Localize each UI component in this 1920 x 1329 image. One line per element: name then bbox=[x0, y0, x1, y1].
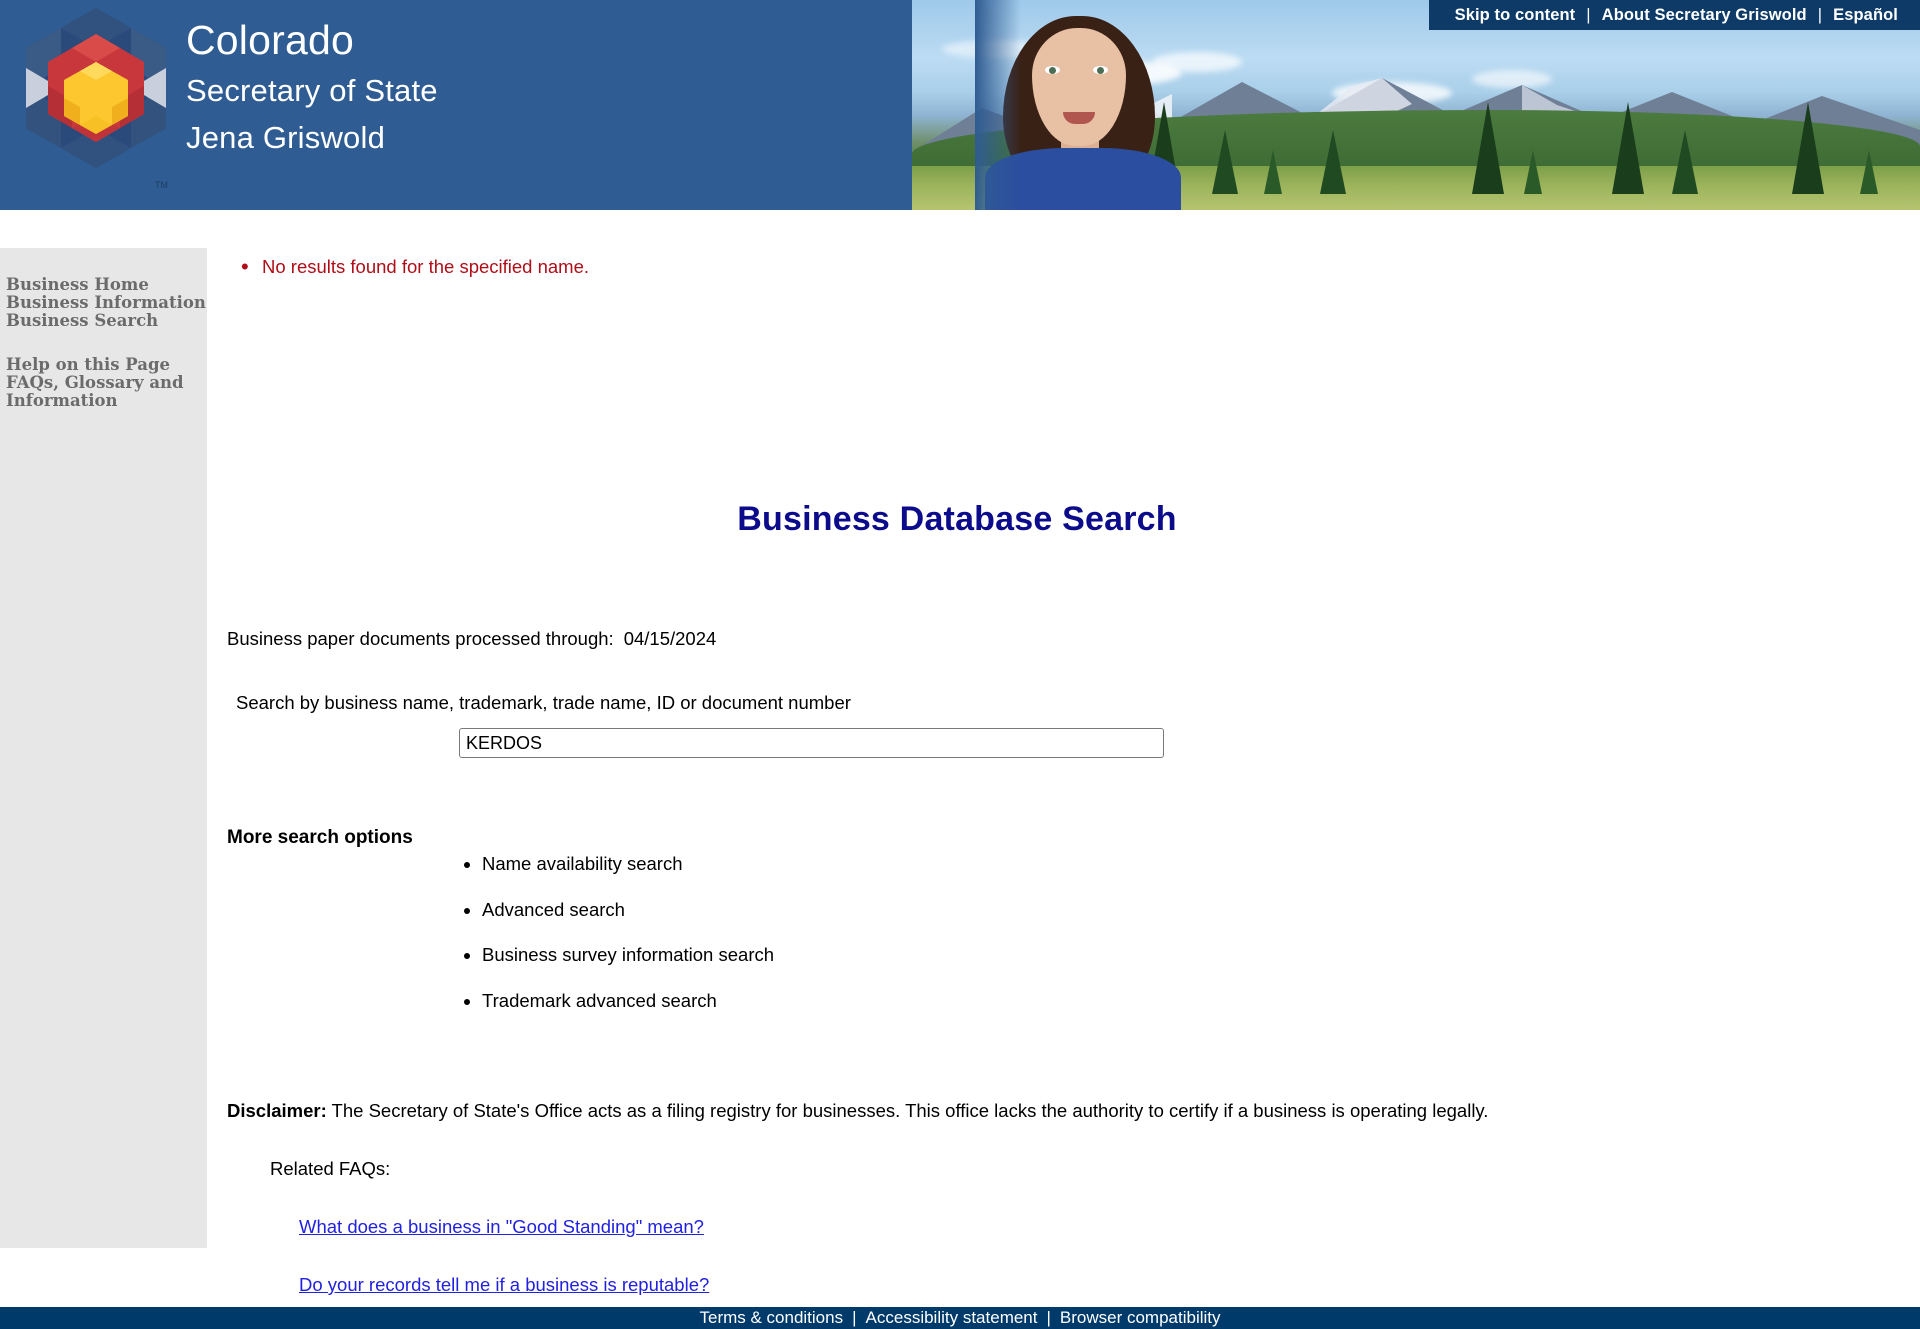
no-results-error-message: No results found for the specified name. bbox=[227, 254, 1920, 280]
left-sidebar-navigation: Business Home Business Information Busin… bbox=[0, 248, 207, 1248]
brand-line-colorado: Colorado bbox=[186, 17, 354, 63]
search-input[interactable] bbox=[459, 728, 1164, 758]
utility-navigation: Skip to content | About Secretary Griswo… bbox=[1428, 0, 1920, 30]
list-item[interactable]: Business survey information search bbox=[482, 944, 774, 965]
business-survey-information-search-link[interactable]: Business survey information search bbox=[482, 944, 774, 965]
faq-reputable-link[interactable]: Do your records tell me if a business is… bbox=[299, 1274, 709, 1296]
disclaimer-body: The Secretary of State's Office acts as … bbox=[326, 1100, 1489, 1121]
disclaimer-label: Disclaimer: bbox=[227, 1100, 327, 1121]
sidebar-item-business-search[interactable]: Business Search bbox=[4, 312, 207, 330]
list-item[interactable]: Trademark advanced search bbox=[482, 990, 774, 1011]
skip-to-content-link[interactable]: Skip to content bbox=[1455, 6, 1576, 25]
pine-tree-icon bbox=[1320, 130, 1346, 194]
colorado-hexagon-logo-icon bbox=[26, 8, 166, 168]
colorado-state-logo: TM bbox=[12, 4, 180, 204]
brand-line-jena-griswold: Jena Griswold bbox=[186, 120, 386, 155]
pine-tree-icon bbox=[1264, 150, 1282, 194]
espanol-link[interactable]: Español bbox=[1833, 6, 1898, 25]
pine-tree-icon bbox=[1672, 130, 1698, 194]
site-footer: Terms & conditions | Accessibility state… bbox=[0, 1307, 1920, 1329]
portrait-left-fade bbox=[975, 0, 1021, 210]
more-search-options-heading: More search options bbox=[227, 827, 413, 848]
name-availability-search-link[interactable]: Name availability search bbox=[482, 853, 683, 874]
portrait-eye-right bbox=[1093, 66, 1108, 74]
footer-separator: | bbox=[852, 1308, 857, 1327]
processed-through-label: Business paper documents processed throu… bbox=[227, 628, 614, 649]
terms-and-conditions-link[interactable]: Terms & conditions bbox=[699, 1308, 843, 1328]
pine-tree-icon bbox=[1612, 102, 1644, 194]
sidebar-item-business-home[interactable]: Business Home bbox=[4, 276, 207, 294]
nav-separator: | bbox=[1586, 5, 1591, 24]
sidebar-group-help: Help on this Page FAQs, Glossary and Inf… bbox=[4, 356, 207, 410]
related-faqs-heading: Related FAQs: bbox=[270, 1158, 391, 1179]
trademark-advanced-search-link[interactable]: Trademark advanced search bbox=[482, 990, 717, 1011]
pine-tree-icon bbox=[1792, 102, 1824, 194]
sidebar-item-business-information[interactable]: Business Information bbox=[4, 294, 207, 312]
sidebar-item-information[interactable]: Information bbox=[4, 392, 207, 410]
accessibility-statement-link[interactable]: Accessibility statement bbox=[866, 1308, 1038, 1328]
pine-tree-icon bbox=[1524, 150, 1542, 194]
sidebar-group-business: Business Home Business Information Busin… bbox=[4, 276, 207, 330]
list-item[interactable]: Advanced search bbox=[482, 899, 774, 920]
nav-separator: | bbox=[1817, 5, 1823, 24]
sidebar-item-faqs-glossary[interactable]: FAQs, Glossary and bbox=[4, 374, 207, 392]
list-item[interactable]: Name availability search bbox=[482, 853, 774, 874]
site-header: TM Colorado Secretary of State Jena Gris… bbox=[0, 0, 1920, 210]
page-body: Business Home Business Information Busin… bbox=[0, 210, 1920, 1307]
disclaimer-text: Disclaimer: The Secretary of State's Off… bbox=[227, 1100, 1887, 1122]
browser-compatibility-link[interactable]: Browser compatibility bbox=[1060, 1308, 1221, 1328]
advanced-search-link[interactable]: Advanced search bbox=[482, 899, 625, 920]
faq-good-standing-link[interactable]: What does a business in "Good Standing" … bbox=[299, 1216, 704, 1238]
main-content: No results found for the specified name.… bbox=[207, 210, 1920, 1295]
footer-separator: | bbox=[1046, 1308, 1051, 1327]
secretary-portrait-photo bbox=[975, 0, 1190, 210]
pine-tree-icon bbox=[1212, 130, 1238, 194]
brand-line-secretary-of-state: Secretary of State bbox=[186, 73, 438, 108]
processed-through-date: 04/15/2024 bbox=[623, 628, 717, 649]
site-brand-title: Colorado Secretary of State Jena Griswol… bbox=[186, 17, 438, 155]
search-input-label: Search by business name, trademark, trad… bbox=[236, 692, 851, 713]
about-secretary-griswold-link[interactable]: About Secretary Griswold bbox=[1602, 6, 1807, 25]
pine-tree-icon bbox=[1472, 102, 1504, 194]
page-title: Business Database Search bbox=[737, 500, 1177, 538]
trademark-symbol: TM bbox=[155, 180, 168, 190]
portrait-eye-left bbox=[1045, 66, 1060, 74]
validation-message-list: No results found for the specified name. bbox=[227, 254, 1920, 280]
processed-through-line: Business paper documents processed throu… bbox=[227, 628, 716, 650]
more-search-options-list: Name availability search Advanced search… bbox=[482, 853, 774, 1037]
sidebar-item-help-on-this-page[interactable]: Help on this Page bbox=[4, 356, 207, 374]
pine-tree-icon bbox=[1860, 150, 1878, 194]
